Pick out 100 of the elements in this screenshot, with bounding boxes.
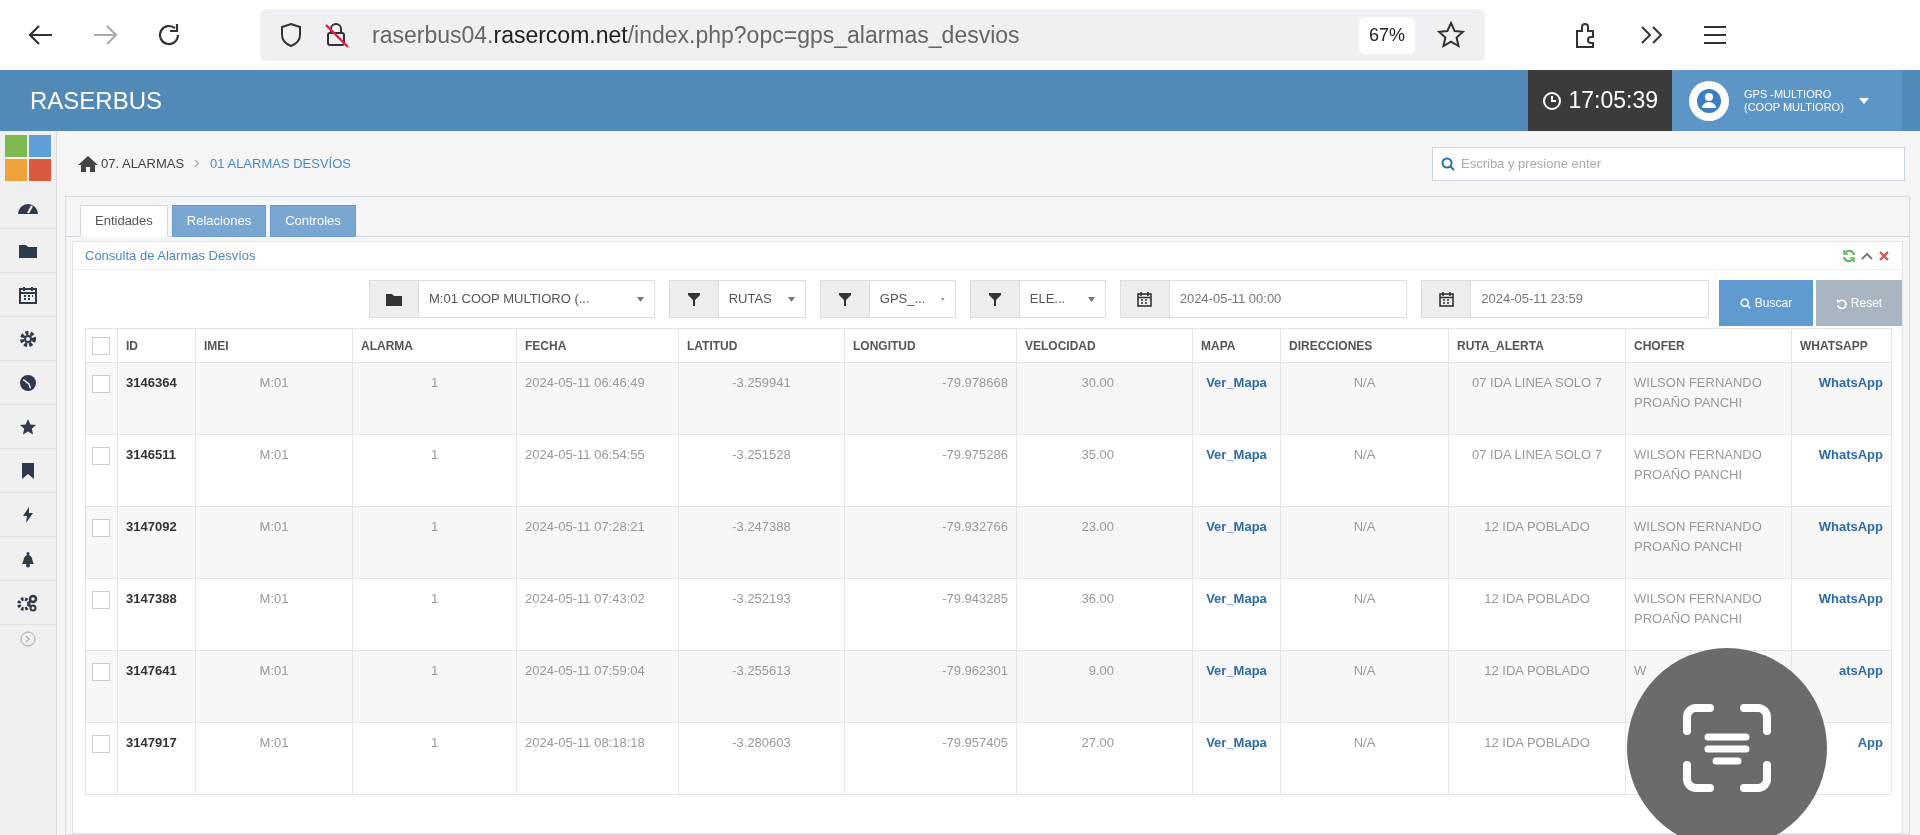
column-header[interactable]: IMEI	[195, 328, 353, 363]
table-cell-text: 35.00	[1080, 446, 1115, 464]
more-tools-icon[interactable]	[1639, 24, 1665, 46]
table-cell-text: 36.00	[1080, 590, 1115, 608]
column-header[interactable]: DIRECCIONES	[1280, 328, 1449, 363]
back-icon[interactable]	[28, 24, 54, 46]
gears-icon[interactable]	[17, 593, 39, 612]
select-dropdown[interactable]: M:01 COOP MULTIORO (...	[419, 280, 655, 318]
column-header[interactable]: LATITUD	[678, 328, 845, 363]
column-header[interactable]: MAPA	[1192, 328, 1281, 363]
whatsapp-link[interactable]: WhatsApp	[1818, 589, 1883, 609]
table-cell-text: -79.975286	[941, 446, 1008, 464]
column-header[interactable]: ALARMA	[352, 328, 517, 363]
home-icon[interactable]	[77, 154, 99, 173]
column-header[interactable]: VELOCIDAD	[1016, 328, 1193, 363]
checkbox[interactable]	[92, 337, 110, 356]
checkbox[interactable]	[92, 590, 110, 609]
calendar-icon[interactable]	[19, 285, 37, 304]
checkbox[interactable]	[92, 662, 110, 681]
table-cell-text: -3.280603	[731, 734, 792, 752]
date-field[interactable]: 2024-05-11 23:59	[1471, 280, 1709, 318]
folder-icon[interactable]	[19, 243, 37, 258]
logo-icon[interactable]	[5, 135, 51, 181]
whatsapp-link[interactable]: App	[1857, 733, 1883, 753]
column-header[interactable]: RUTA_ALERTA	[1448, 328, 1626, 363]
table-cell-text: 12 IDA POBLADO	[1483, 662, 1591, 680]
address-bar[interactable]: raserbus04.rasercom.net/index.php?opc=gps_alarmas_desvios 67%	[260, 9, 1485, 61]
table-cell-text: WILSON FERNANDO PROAÑO PANCHI	[1634, 446, 1763, 484]
menu-icon[interactable]	[1703, 25, 1727, 45]
table-cell-text: 23.00	[1080, 518, 1115, 536]
star-icon[interactable]	[19, 417, 37, 436]
column-header[interactable]: LONGITUD	[844, 328, 1017, 363]
table-cell-text: 3147917	[126, 734, 178, 752]
whatsapp-link[interactable]: WhatsApp	[1818, 517, 1883, 537]
table-cell-text: 3146364	[126, 374, 178, 392]
table-cell-text: 3147641	[126, 662, 178, 680]
checkbox[interactable]	[92, 374, 110, 393]
table-cell-text: N/A	[1352, 590, 1377, 608]
table-cell-text: M:01	[258, 446, 290, 464]
breadcrumb-link[interactable]: 07. ALARMAS	[101, 153, 185, 174]
column-header[interactable]: CHOFER	[1625, 328, 1792, 363]
url-text[interactable]: raserbus04.rasercom.net/index.php?opc=gps_alarmas_desvios	[372, 17, 1020, 53]
table-cell-text: 3147388	[126, 590, 178, 608]
column-header[interactable]: ID	[117, 328, 196, 363]
bell-icon[interactable]	[19, 549, 37, 568]
table-cell-text: -79.978668	[941, 374, 1008, 392]
search-field[interactable]: Escriba y presione enter	[1432, 146, 1905, 181]
table-cell-text: 12 IDA POBLADO	[1483, 590, 1591, 608]
reload-icon[interactable]	[156, 22, 182, 48]
search-icon	[1441, 156, 1455, 171]
table-cell-text: 2024-05-11 06:54:55	[525, 446, 646, 464]
bookmark-icon[interactable]	[21, 461, 35, 480]
user-organization: (COOP MULTIORO)	[1744, 100, 1844, 114]
table-cell-text: 1	[429, 374, 440, 392]
caret-icon[interactable]	[1857, 96, 1870, 105]
checkbox[interactable]	[92, 446, 110, 465]
table-cell-text: 2024-05-11 08:18:18	[525, 734, 646, 752]
calendar-icon	[1137, 291, 1153, 307]
whatsapp-link[interactable]: WhatsApp	[1818, 445, 1883, 465]
table-cell-text: M:01	[258, 374, 290, 392]
whatsapp-link[interactable]: atsApp	[1838, 661, 1883, 681]
table-cell-text: N/A	[1352, 446, 1377, 464]
column-header[interactable]: FECHA	[516, 328, 679, 363]
table-cell-text: N/A	[1352, 734, 1377, 752]
table-cell-text: 1	[429, 734, 440, 752]
select-value: RUTAS	[728, 290, 772, 309]
table-cell-text: 1	[429, 518, 440, 536]
select-dropdown[interactable]: RUTAS	[718, 280, 806, 318]
column-header[interactable]: WHATSAPP	[1791, 328, 1892, 363]
table-cell-text: 3146511	[126, 446, 177, 464]
select-dropdown[interactable]: GPS_...	[869, 280, 956, 318]
select-dropdown[interactable]: ELE...	[1019, 280, 1106, 318]
table-cell-text: 1	[429, 590, 440, 608]
shield-icon[interactable]	[280, 22, 302, 48]
date-field[interactable]: 2024-05-11 00:00	[1169, 280, 1408, 318]
insecure-lock-icon[interactable]	[324, 21, 350, 49]
filter-icon	[988, 292, 1001, 306]
whatsapp-link[interactable]: WhatsApp	[1818, 373, 1883, 393]
bolt-icon[interactable]	[22, 505, 34, 524]
tab[interactable]: Entidades	[80, 205, 168, 237]
clock-text: 17:05:39	[1568, 86, 1658, 116]
table-cell-text: 2024-05-11 07:59:04	[525, 662, 646, 680]
chevron-icon	[194, 159, 201, 168]
undo-icon	[1835, 297, 1847, 309]
table-cell-text: M:01	[258, 662, 290, 680]
filter-icon	[838, 292, 851, 306]
checkbox[interactable]	[92, 734, 110, 753]
checkbox[interactable]	[92, 518, 110, 537]
zoom-badge[interactable]: 67%	[1358, 16, 1415, 54]
table-cell-text: 07 IDA LINEA SOLO 7	[1470, 446, 1604, 464]
table-cell-text: -3.247388	[731, 518, 792, 536]
brand-title[interactable]: RASERBUS	[30, 82, 163, 119]
table-cell-text: W	[1634, 662, 1648, 680]
breadcrumb-current: 01 ALARMAS DESVÍOS	[210, 154, 351, 173]
gear-icon[interactable]	[19, 329, 37, 348]
bookmark-star-icon[interactable]	[1437, 21, 1465, 49]
table-cell-text: 9.00	[1087, 662, 1115, 680]
close-icon[interactable]	[1878, 249, 1890, 262]
table-cell-text: WILSON FERNANDO PROAÑO PANCHI	[1634, 590, 1763, 628]
table-cell-text: -3.255613	[731, 662, 792, 680]
